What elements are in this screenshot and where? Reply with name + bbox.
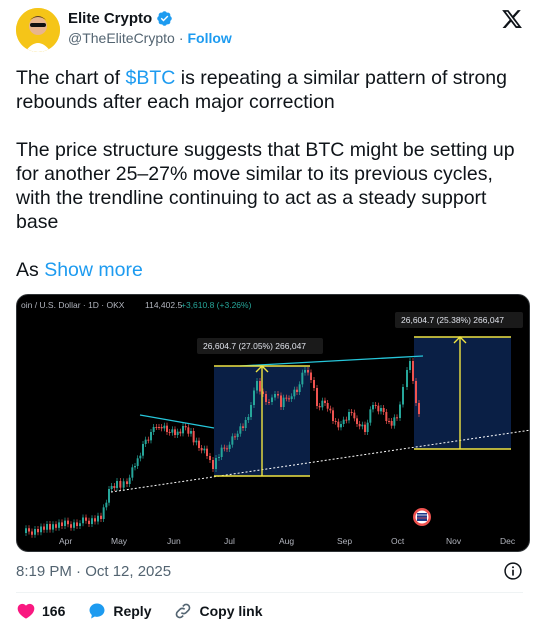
like-count: 166: [42, 603, 66, 619]
reply-icon: [89, 603, 105, 619]
avatar-image: [16, 8, 60, 52]
chart-change-text: +3,610.8 (+3.26%): [181, 300, 252, 310]
tweet-paragraph-1: The chart of $BTC is repeating a similar…: [16, 67, 507, 113]
link-icon: [176, 603, 191, 619]
reply-label: Reply: [113, 603, 152, 619]
heart-icon: [17, 603, 35, 619]
month-label: Aug: [279, 536, 294, 546]
author-names: Elite Crypto @TheEliteCrypto · Follow: [68, 10, 232, 46]
month-label: Apr: [59, 536, 72, 546]
tweet-text: The chart of $BTC is repeating a similar…: [16, 66, 526, 306]
month-label: Sep: [337, 536, 352, 546]
copy-link-label: Copy link: [199, 603, 263, 619]
chart-price-text: 114,402.5: [145, 300, 182, 310]
reply-button[interactable]: Reply: [87, 601, 151, 621]
resistance-line-1: [139, 414, 215, 429]
handle[interactable]: @TheEliteCrypto: [68, 30, 175, 46]
tweet-timestamp[interactable]: 8:19 PM · Oct 12, 2025: [16, 563, 171, 580]
us-flag-icon: [413, 508, 431, 526]
tweet-paragraph-2: The price structure suggests that BTC mi…: [16, 139, 515, 233]
follow-button[interactable]: Follow: [187, 30, 231, 46]
divider: [16, 592, 523, 593]
month-label: Dec: [500, 536, 516, 546]
support-trendline: [110, 429, 529, 493]
measure-label-left: 26,604.7 (27.05%) 266,047: [203, 341, 306, 351]
tweet-paragraph-3: As Show more: [16, 259, 143, 281]
info-icon[interactable]: [503, 561, 523, 581]
chart-symbol-text: oin / U.S. Dollar · 1D · OKX: [21, 300, 125, 310]
month-label: Nov: [446, 536, 462, 546]
show-more-link[interactable]: Show more: [44, 259, 143, 281]
measure-box-right: [414, 337, 511, 449]
x-logo-icon[interactable]: [501, 8, 523, 30]
month-label: May: [111, 536, 128, 546]
action-bar: 166 Reply Copy link: [16, 600, 263, 622]
month-label: Jul: [224, 536, 235, 546]
chart-image[interactable]: oin / U.S. Dollar · 1D · OKX 114,402.5 +…: [16, 294, 530, 552]
month-label: Oct: [391, 536, 405, 546]
verified-badge-icon: [157, 11, 172, 26]
display-name[interactable]: Elite Crypto: [68, 10, 152, 27]
copy-link-button[interactable]: Copy link: [173, 601, 263, 621]
like-button[interactable]: 166: [16, 601, 65, 621]
btc-price-chart: oin / U.S. Dollar · 1D · OKX 114,402.5 +…: [21, 300, 529, 546]
separator-dot: ·: [178, 30, 184, 46]
month-label: Jun: [167, 536, 181, 546]
tweet-header: Elite Crypto @TheEliteCrypto · Follow: [16, 6, 523, 54]
avatar[interactable]: [16, 8, 60, 52]
resistance-line-2: [239, 355, 424, 367]
cashtag-link[interactable]: $BTC: [125, 67, 175, 89]
x-axis-labels: Apr May Jun Jul Aug Sep Oct Nov Dec: [59, 536, 516, 546]
measure-label-right: 26,604.7 (25.38%) 266,047: [401, 315, 504, 325]
